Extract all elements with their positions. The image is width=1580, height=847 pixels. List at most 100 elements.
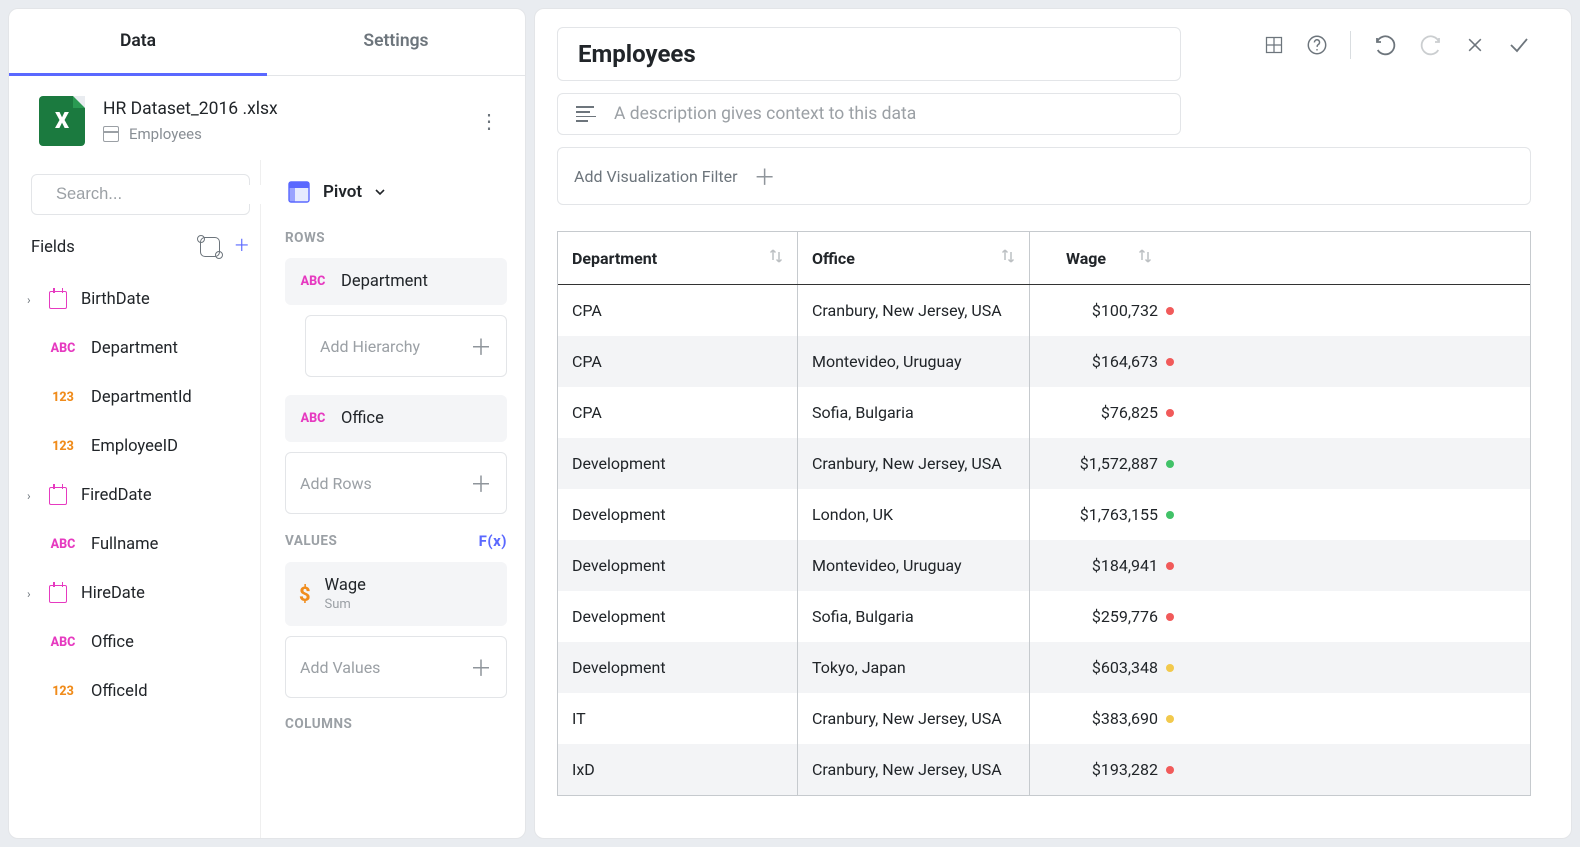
field-item-birthdate[interactable]: › BirthDate: [21, 275, 250, 324]
field-item-fireddate[interactable]: ›FiredDate: [21, 471, 250, 520]
fx-button[interactable]: F(x): [479, 532, 507, 550]
field-item-label: Department: [91, 339, 178, 358]
cell-office: London, UK: [798, 489, 1030, 540]
status-dot: [1166, 715, 1174, 723]
field-item-department[interactable]: ›ABCDepartment: [21, 324, 250, 373]
calendar-icon: [49, 585, 67, 603]
add-rows-button[interactable]: Add Rows＋: [285, 452, 507, 514]
status-dot: [1166, 307, 1174, 315]
ai-fields-icon[interactable]: [200, 237, 220, 257]
table-row[interactable]: DevelopmentCranbury, New Jersey, USA$1,5…: [558, 438, 1530, 489]
fields-pane: Fields ＋ ›BirthDate›ABCDepartment›123Dep…: [9, 160, 261, 838]
cell-department: Development: [558, 591, 798, 642]
add-hierarchy-button[interactable]: Add Hierarchy＋: [305, 315, 507, 377]
table-row[interactable]: CPACranbury, New Jersey, USA$100,732: [558, 285, 1530, 336]
cell-department: CPA: [558, 336, 798, 387]
field-item-label: BirthDate: [81, 290, 150, 309]
plus-icon: ＋: [470, 330, 492, 362]
cell-office: Cranbury, New Jersey, USA: [798, 285, 1030, 336]
redo-icon[interactable]: [1419, 33, 1443, 57]
sort-icon[interactable]: [769, 248, 783, 268]
sidebar-panel: Data Settings X HR Dataset_2016 .xlsx Em…: [8, 8, 526, 839]
status-dot: [1166, 358, 1174, 366]
value-chip-wage[interactable]: $ Wage Sum: [285, 562, 507, 626]
table-row[interactable]: ITCranbury, New Jersey, USA$383,690: [558, 693, 1530, 744]
cell-wage: $259,776: [1030, 591, 1188, 642]
sort-icon[interactable]: [1138, 248, 1152, 268]
field-item-label: HireDate: [81, 584, 145, 603]
abc-tag-icon: ABC: [49, 537, 77, 552]
cell-department: CPA: [558, 285, 798, 336]
table-row[interactable]: CPASofia, Bulgaria$76,825: [558, 387, 1530, 438]
chevron-right-icon[interactable]: ›: [27, 587, 35, 601]
main-panel: Employees A descriptio: [534, 8, 1572, 839]
table-row[interactable]: CPAMontevideo, Uruguay$164,673: [558, 336, 1530, 387]
field-item-office[interactable]: ›ABCOffice: [21, 618, 250, 667]
toolbar-separator: [1350, 31, 1351, 59]
cell-department: Development: [558, 642, 798, 693]
datasource-menu-icon[interactable]: ⋮: [471, 103, 507, 139]
sort-icon[interactable]: [1001, 248, 1015, 268]
col-header-department[interactable]: Department: [558, 232, 798, 284]
sidebar-tabs: Data Settings: [9, 9, 525, 76]
field-item-label: OfficeId: [91, 682, 148, 701]
fields-search[interactable]: [31, 174, 250, 215]
col-header-wage[interactable]: Wage: [1030, 232, 1188, 284]
status-dot: [1166, 664, 1174, 672]
field-item-label: Office: [91, 633, 134, 652]
pivot-table[interactable]: Department Office Wage CPACranbury, New …: [557, 231, 1531, 796]
status-dot: [1166, 511, 1174, 519]
field-item-employeeid[interactable]: ›123EmployeeID: [21, 422, 250, 471]
tab-settings[interactable]: Settings: [267, 9, 525, 75]
columns-section-label: COLUMNS: [285, 716, 507, 732]
visualization-title: Employees: [578, 40, 1160, 68]
cell-wage: $1,572,887: [1030, 438, 1188, 489]
table-row[interactable]: DevelopmentMontevideo, Uruguay$184,941: [558, 540, 1530, 591]
table-row[interactable]: DevelopmentTokyo, Japan$603,348: [558, 642, 1530, 693]
row-chip-office[interactable]: ABC Office: [285, 395, 507, 442]
add-filter-button[interactable]: Add Visualization Filter ＋: [557, 147, 1531, 205]
cell-department: CPA: [558, 387, 798, 438]
editor-toolbar: [1264, 27, 1531, 59]
cell-wage: $603,348: [1030, 642, 1188, 693]
description-input[interactable]: A description gives context to this data: [557, 93, 1181, 135]
cell-office: Sofia, Bulgaria: [798, 387, 1030, 438]
field-item-fullname[interactable]: ›ABCFullname: [21, 520, 250, 569]
rows-section-label: ROWS: [285, 230, 507, 246]
paragraph-icon: [576, 106, 596, 122]
add-values-button[interactable]: Add Values＋: [285, 636, 507, 698]
status-dot: [1166, 613, 1174, 621]
visualization-type-selector[interactable]: Pivot: [287, 180, 507, 204]
title-input[interactable]: Employees: [557, 27, 1181, 81]
cell-wage: $164,673: [1030, 336, 1188, 387]
row-chip-department[interactable]: ABC Department: [285, 258, 507, 305]
field-item-officeid[interactable]: ›123OfficeId: [21, 667, 250, 716]
tab-data[interactable]: Data: [9, 9, 267, 76]
col-header-office[interactable]: Office: [798, 232, 1030, 284]
chevron-down-icon: [374, 186, 386, 198]
undo-icon[interactable]: [1373, 33, 1397, 57]
chevron-right-icon[interactable]: ›: [27, 293, 35, 307]
cell-department: IxD: [558, 744, 798, 795]
cell-office: Montevideo, Uruguay: [798, 540, 1030, 591]
cell-office: Sofia, Bulgaria: [798, 591, 1030, 642]
num-tag-icon: 123: [49, 390, 77, 405]
confirm-icon[interactable]: [1507, 33, 1531, 57]
chevron-right-icon[interactable]: ›: [27, 489, 35, 503]
grid-view-icon[interactable]: [1264, 35, 1284, 55]
description-placeholder: A description gives context to this data: [614, 104, 916, 124]
abc-tag-icon: ABC: [49, 341, 77, 356]
table-row[interactable]: DevelopmentSofia, Bulgaria$259,776: [558, 591, 1530, 642]
cell-wage: $193,282: [1030, 744, 1188, 795]
cell-office: Cranbury, New Jersey, USA: [798, 438, 1030, 489]
cell-department: Development: [558, 540, 798, 591]
status-dot: [1166, 766, 1174, 774]
field-item-departmentid[interactable]: ›123DepartmentId: [21, 373, 250, 422]
close-icon[interactable]: [1465, 35, 1485, 55]
field-item-hiredate[interactable]: › HireDate: [21, 569, 250, 618]
help-icon[interactable]: [1306, 34, 1328, 56]
cell-office: Cranbury, New Jersey, USA: [798, 744, 1030, 795]
table-row[interactable]: IxDCranbury, New Jersey, USA$193,282: [558, 744, 1530, 795]
search-input[interactable]: [56, 185, 276, 204]
table-row[interactable]: DevelopmentLondon, UK$1,763,155: [558, 489, 1530, 540]
